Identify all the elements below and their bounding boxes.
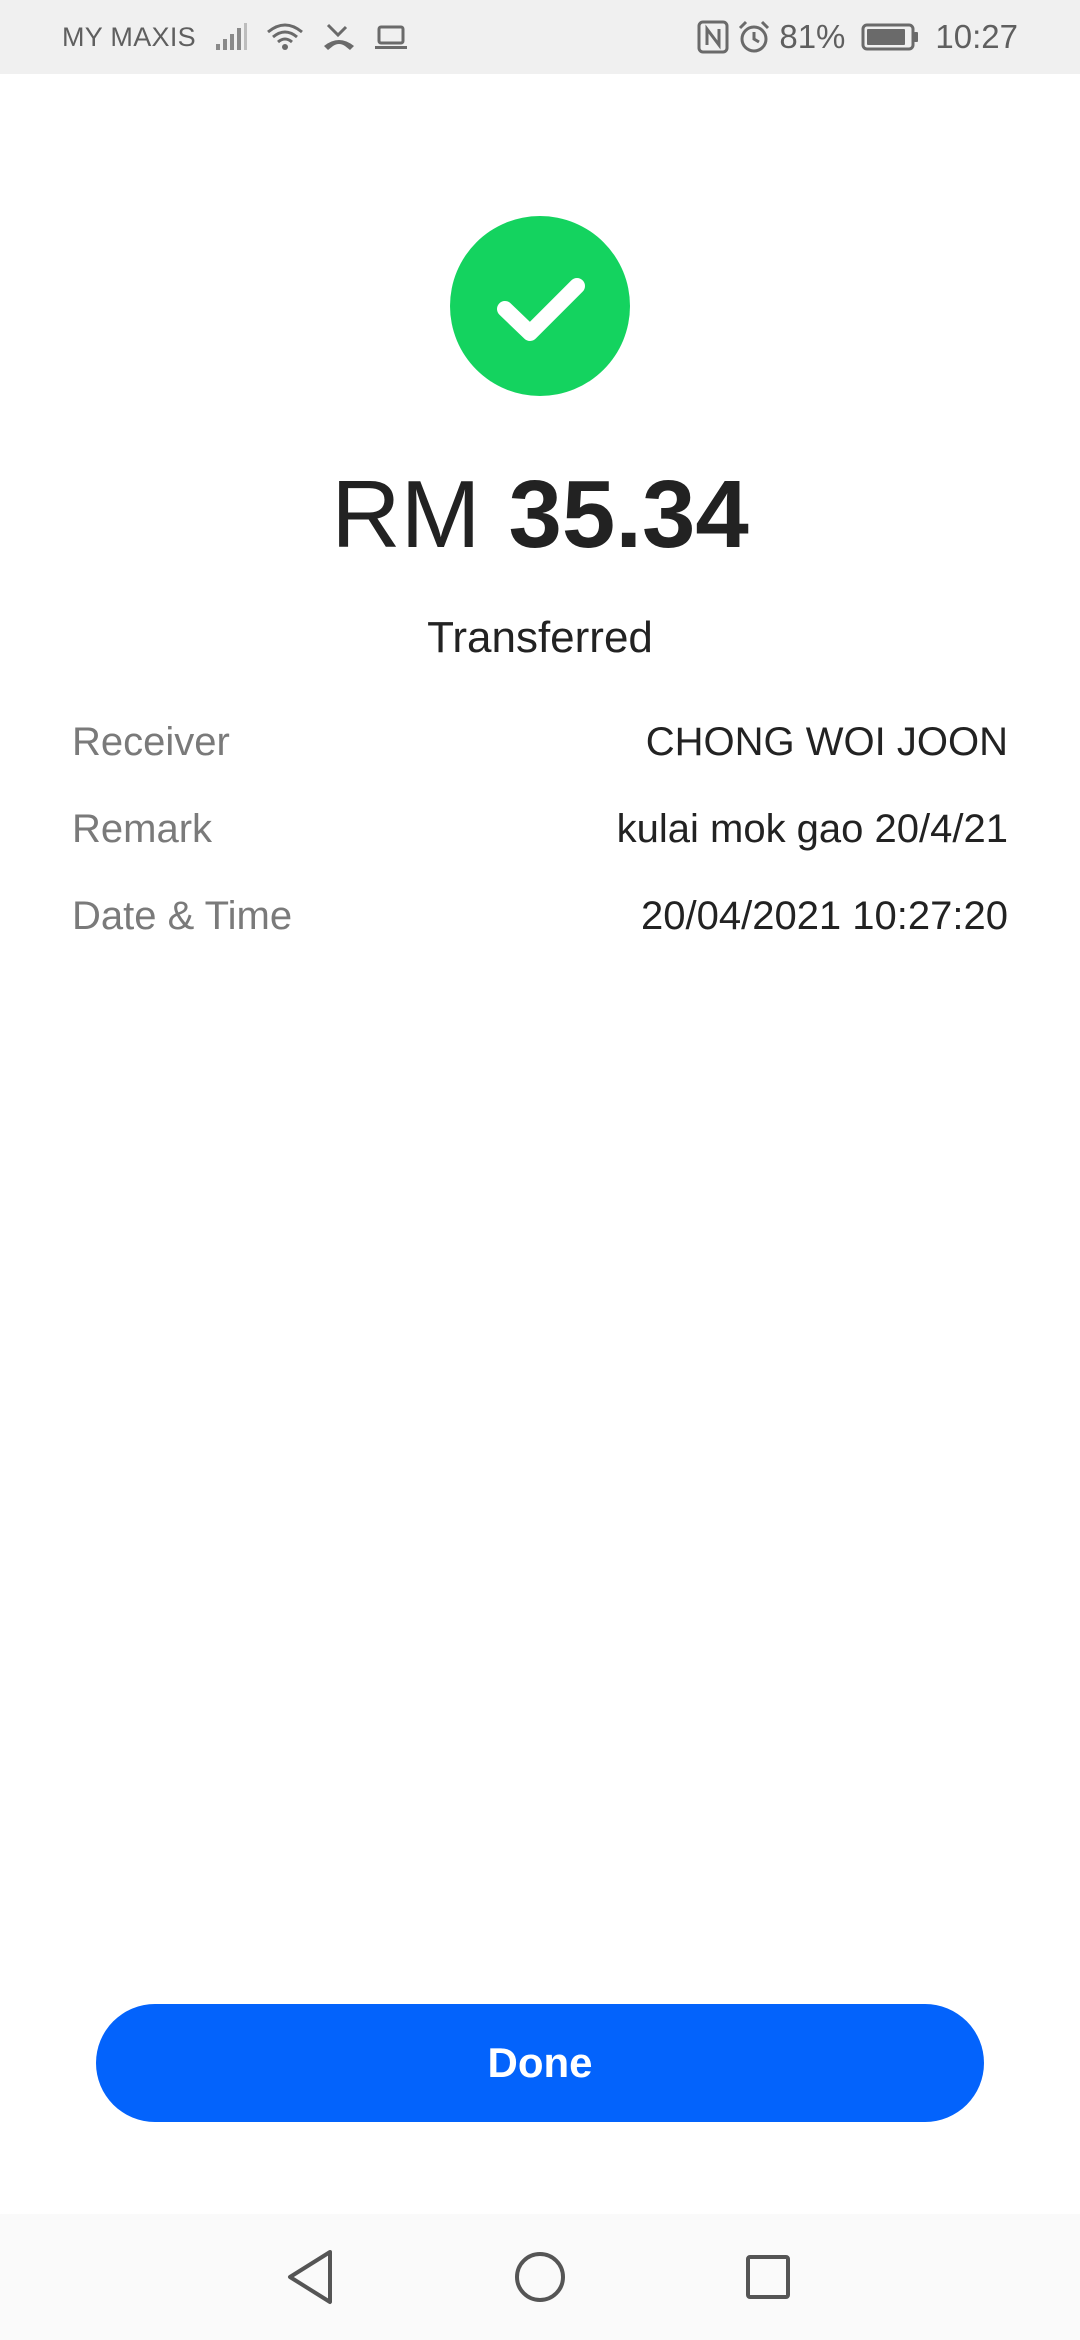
status-right-group: 81% 10:27 [697,0,1018,74]
remark-label: Remark [72,807,213,851]
transfer-amount: RM 35.34 [0,455,1080,575]
battery-percent: 81% [779,18,846,55]
signal-icon [214,22,248,52]
back-icon [288,2250,332,2304]
wifi-icon [266,22,304,52]
checkmark-icon [497,278,585,341]
status-left-group: MY MAXIS [62,0,408,74]
home-button[interactable] [510,2244,570,2310]
detail-row-datetime: Date & Time 20/04/2021 10:27:20 [72,886,1008,973]
navigation-bar [0,2214,1080,2340]
transfer-details: Receiver CHONG WOI JOON Remark kulai mok… [72,712,1008,973]
remark-value: kulai mok gao 20/4/21 [616,807,1008,851]
battery-icon [861,22,919,52]
amount-currency: RM [331,461,481,568]
recent-apps-icon [746,2255,790,2299]
transfer-status: Transferred [427,613,653,662]
status-bar: MY MAXIS 81% 10:27 [0,0,1080,74]
recent-apps-button[interactable] [738,2244,798,2310]
clock-time: 10:27 [935,18,1018,55]
amount-value: 35.34 [508,461,749,568]
receiver-label: Receiver [72,720,230,764]
receiver-value: CHONG WOI JOON [645,720,1008,764]
alarm-icon [737,20,771,54]
back-button[interactable] [280,2244,340,2310]
nfc-icon [697,20,729,54]
missed-call-icon [322,22,356,52]
datetime-label: Date & Time [72,894,293,938]
home-icon [515,2252,565,2302]
carrier-name: MY MAXIS [62,21,196,52]
laptop-icon [374,22,408,52]
done-button[interactable]: Done [96,2004,984,2122]
success-badge [450,216,630,396]
detail-row-receiver: Receiver CHONG WOI JOON [72,712,1008,799]
datetime-value: 20/04/2021 10:27:20 [640,894,1008,938]
detail-row-remark: Remark kulai mok gao 20/4/21 [72,799,1008,886]
